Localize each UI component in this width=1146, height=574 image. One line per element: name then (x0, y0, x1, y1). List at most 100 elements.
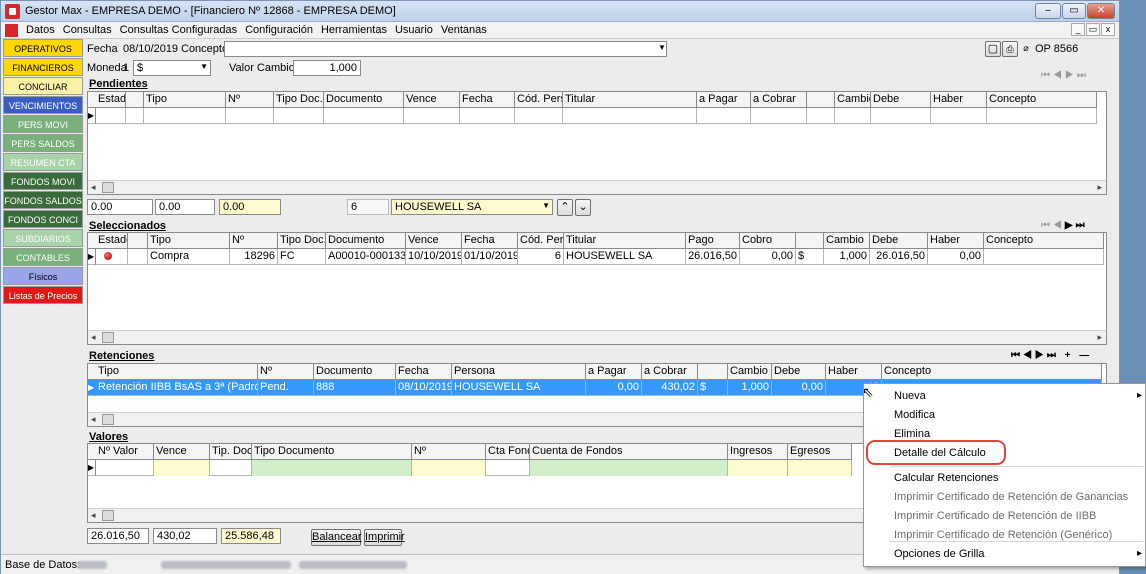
table-cell[interactable]: FC (278, 249, 326, 265)
pendientes-grid[interactable]: Estado TipoNºTipo Doc.DocumentoVenceFecha… (87, 91, 1107, 195)
column-header[interactable] (807, 92, 835, 108)
column-header[interactable]: Haber (931, 92, 987, 108)
table-cell[interactable] (128, 249, 148, 265)
print-icon[interactable]: ⎙ (1002, 41, 1018, 57)
column-header[interactable]: Cobro (740, 233, 796, 249)
sidebar-button-pers-movi[interactable]: PERS MOVI (3, 115, 83, 133)
column-header[interactable] (796, 233, 824, 249)
column-header[interactable]: Concepto (882, 364, 1102, 380)
table-row[interactable]: ▶ (88, 108, 1097, 124)
table-cell[interactable] (274, 108, 324, 124)
move-up-icon[interactable]: ⌃ (557, 199, 573, 216)
sidebar-button-conciliar[interactable]: CONCILIAR (3, 77, 83, 95)
column-header[interactable]: Concepto (987, 92, 1097, 108)
table-cell[interactable]: 10/10/2019 (406, 249, 462, 265)
table-cell[interactable]: 0,00 (586, 380, 642, 396)
table-cell[interactable]: 1,000 (728, 380, 772, 396)
new-doc-icon[interactable]: ▢ (985, 41, 1001, 57)
table-cell[interactable]: A00010-00013342 (326, 249, 406, 265)
table-cell[interactable] (460, 108, 515, 124)
persona-select[interactable]: HOUSEWELL SA ▼ (391, 199, 553, 215)
table-cell[interactable]: 1,000 (824, 249, 870, 265)
table-cell[interactable] (252, 460, 412, 476)
table-cell[interactable] (324, 108, 404, 124)
sidebar-button-fondos-movi[interactable]: FONDOS MOVI (3, 172, 83, 190)
menu-herramientas[interactable]: Herramientas (317, 22, 391, 38)
scroll-thumb[interactable] (102, 414, 114, 425)
column-header[interactable]: Pago (686, 233, 740, 249)
table-cell[interactable] (788, 460, 852, 476)
concepto-input[interactable] (224, 41, 667, 57)
mdi-restore-button[interactable]: ▭ (1086, 23, 1100, 36)
column-header[interactable]: Fecha (396, 364, 452, 380)
table-cell[interactable] (807, 108, 835, 124)
table-cell[interactable] (144, 108, 226, 124)
table-row[interactable]: ▶ (88, 460, 852, 476)
column-header[interactable]: Estado (96, 92, 126, 108)
sidebar-button-pers-saldos[interactable]: PERS SALDOS (3, 134, 83, 152)
column-header[interactable]: a Pagar (586, 364, 642, 380)
table-cell[interactable]: HOUSEWELL SA (452, 380, 586, 396)
table-cell[interactable]: 26.016,50 (870, 249, 928, 265)
table-cell[interactable] (987, 108, 1097, 124)
fecha-value[interactable]: 08/10/2019 (123, 43, 178, 55)
sidebar-button-listas-de-precios[interactable]: Listas de Precios (3, 286, 83, 304)
table-cell[interactable] (226, 108, 274, 124)
column-header[interactable]: a Pagar (697, 92, 751, 108)
column-header[interactable]: Tip. Doc. (210, 444, 252, 460)
table-cell[interactable] (96, 108, 126, 124)
table-cell[interactable]: 0,00 (928, 249, 984, 265)
table-cell[interactable] (751, 108, 807, 124)
minimize-button[interactable]: – (1035, 3, 1061, 19)
sidebar-button-subdiarios[interactable]: SUBDIARIOS (3, 229, 83, 247)
column-header[interactable]: Nº (230, 233, 278, 249)
balancear-button[interactable]: Balancear (311, 529, 362, 546)
table-cell[interactable] (486, 460, 530, 476)
column-header[interactable]: Fecha (462, 233, 518, 249)
column-header[interactable]: Cambio (728, 364, 772, 380)
menu-ventanas[interactable]: Ventanas (437, 22, 491, 38)
sidebar-button-contables[interactable]: CONTABLES (3, 248, 83, 266)
column-header[interactable]: Estado (96, 233, 128, 249)
column-header[interactable]: Debe (871, 92, 931, 108)
table-cell[interactable] (697, 108, 751, 124)
scroll-thumb[interactable] (102, 182, 114, 193)
context-menu-item-modifica[interactable]: Modifica (894, 409, 935, 421)
column-header[interactable]: Fecha (460, 92, 515, 108)
menu-consultas-configuradas[interactable]: Consultas Configuradas (116, 22, 241, 38)
context-menu-item-imprimir-certificado-de-retencion-generico[interactable]: Imprimir Certificado de Retención (Genér… (894, 529, 1112, 541)
sidebar-button-operativos[interactable]: OPERATIVOS (3, 39, 83, 57)
table-cell[interactable] (728, 460, 788, 476)
table-cell[interactable]: Retención IIBB BsAS a 3ª (Padrón) (96, 380, 258, 396)
horizontal-scrollbar[interactable]: ◂▸ (88, 180, 1106, 194)
column-header[interactable]: Tipo Doc. (274, 92, 324, 108)
column-header[interactable]: Documento (314, 364, 396, 380)
column-header[interactable]: Cuenta de Fondos (530, 444, 728, 460)
column-header[interactable]: Vence (404, 92, 460, 108)
sidebar-button-vencimientos[interactable]: VENCIMIENTOS (3, 96, 83, 114)
valor-cambio-input[interactable]: 1,000 (293, 60, 361, 76)
table-cell[interactable]: $ (698, 380, 728, 396)
scroll-left-icon[interactable]: ◂ (91, 332, 96, 343)
scroll-thumb[interactable] (102, 332, 114, 343)
context-menu-item-elimina[interactable]: Elimina (894, 428, 930, 440)
table-cell[interactable] (515, 108, 563, 124)
table-cell[interactable]: 0,00 (740, 249, 796, 265)
context-menu-item-nueva[interactable]: Nueva (894, 390, 926, 402)
column-header[interactable]: Cambio (835, 92, 871, 108)
column-header[interactable]: Tipo (96, 364, 258, 380)
table-cell[interactable] (931, 108, 987, 124)
column-header[interactable]: Cód. Pers. (515, 92, 563, 108)
table-cell[interactable] (835, 108, 871, 124)
column-header[interactable]: Concepto (984, 233, 1104, 249)
scroll-right-icon[interactable]: ▸ (1097, 182, 1102, 193)
table-cell[interactable]: HOUSEWELL SA (564, 249, 686, 265)
sidebar-button-fondos-saldos[interactable]: FONDOS SALDOS (3, 191, 83, 209)
column-header[interactable] (126, 92, 144, 108)
column-header[interactable]: Tipo Doc. (278, 233, 326, 249)
column-header[interactable]: Titular (564, 233, 686, 249)
close-window-button[interactable]: ✕ (1087, 3, 1115, 19)
horizontal-scrollbar[interactable]: ◂▸ (88, 330, 1106, 344)
column-header[interactable]: Tipo (148, 233, 230, 249)
column-header[interactable]: Egresos (788, 444, 852, 460)
